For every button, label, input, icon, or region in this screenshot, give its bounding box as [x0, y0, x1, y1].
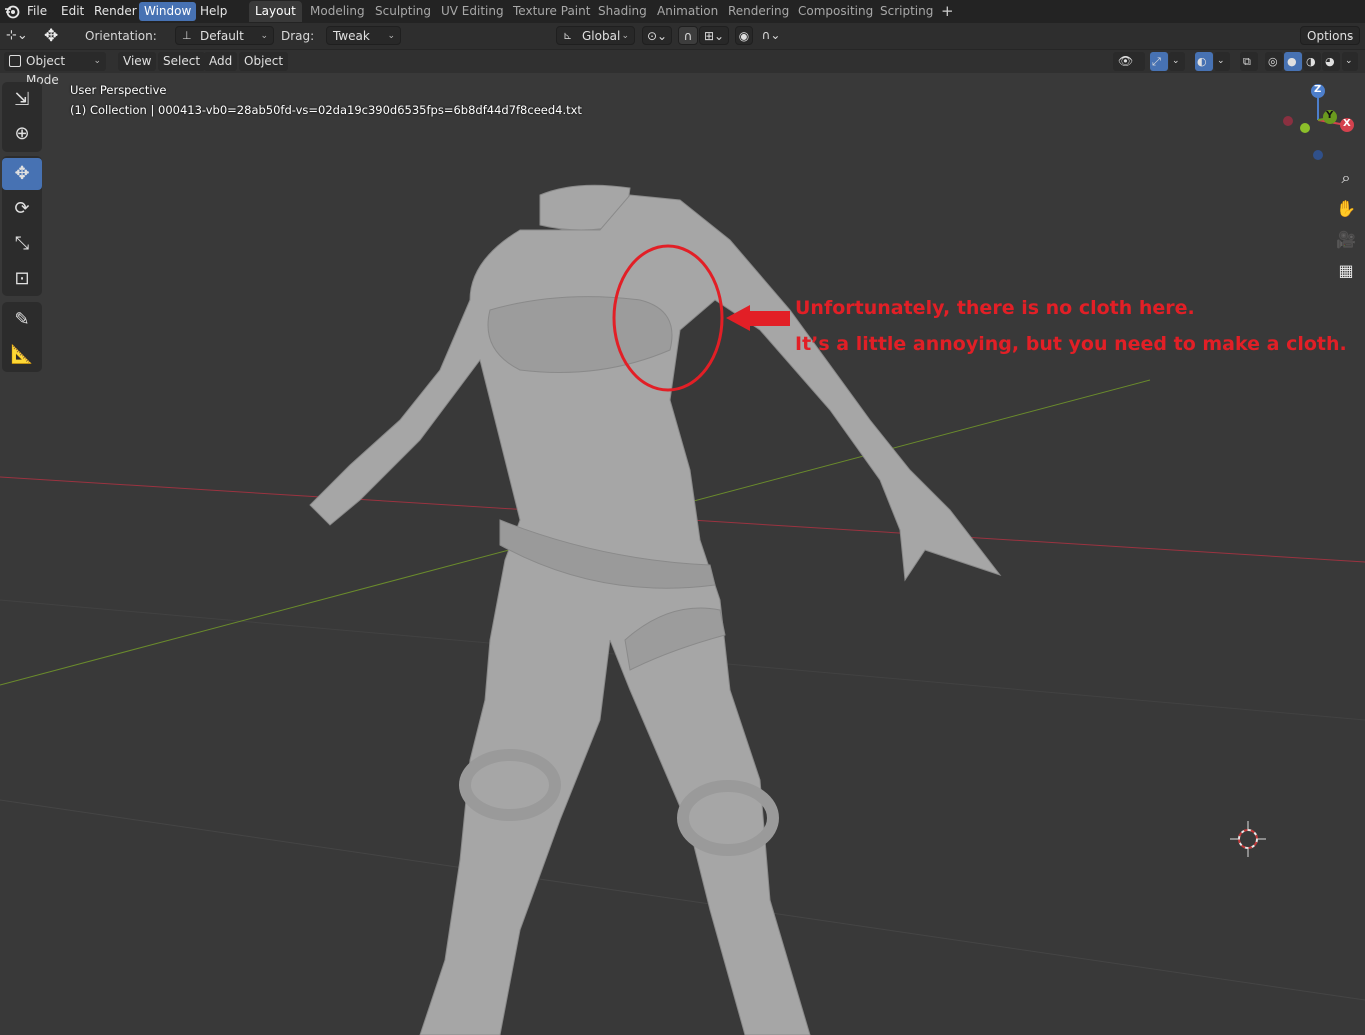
chevron-down-icon: ⌄ — [93, 56, 101, 66]
menu-edit[interactable]: Edit — [56, 2, 89, 21]
top-menu-bar: File Edit Render Window Help Layout Mode… — [0, 0, 1365, 23]
gizmo-y-label[interactable]: Y — [1326, 110, 1333, 121]
annotate-icon[interactable]: ✎ — [2, 304, 42, 336]
annotation-line-1: Unfortunately, there is no cloth here. — [795, 297, 1195, 319]
tool-mode-icon[interactable]: ⊹⌄ — [6, 28, 34, 44]
menu-view[interactable]: View — [118, 52, 157, 71]
transform-icon[interactable]: ⊡ — [2, 263, 42, 295]
material-sphere-icon: ◑ — [1306, 55, 1316, 68]
shading-rendered-button[interactable]: ◕ — [1322, 52, 1340, 71]
pan-hand-icon[interactable]: ✋ — [1333, 196, 1359, 222]
visibility-dropdown[interactable]: 👁 — [1113, 52, 1145, 71]
solid-sphere-icon: ● — [1287, 55, 1297, 68]
transform-orientation-dropdown[interactable]: ⊾ Global ⌄ — [556, 26, 635, 45]
perspective-label: User Perspective — [70, 83, 167, 97]
shading-dropdown[interactable]: ⌄ — [1342, 52, 1358, 71]
collection-info: (1) Collection | 000413-vb0=28ab50fd-vs=… — [70, 103, 582, 117]
viewport-header: Object Mode ⌄ View Select Add Object 👁 ⤢… — [0, 50, 1365, 87]
menu-window[interactable]: Window — [139, 2, 197, 21]
tool-settings-bar: ⊹⌄ ✥ Orientation: ⊥ Default ⌄ Drag: Twea… — [0, 23, 1365, 50]
move-icon[interactable]: ✥ — [2, 158, 42, 190]
overlay-icon: ◐ — [1197, 55, 1207, 68]
gizmo-neg-z-handle — [1313, 150, 1323, 160]
shading-material-button[interactable]: ◑ — [1303, 52, 1321, 71]
menu-file[interactable]: File — [22, 2, 52, 21]
overlay-toggle-button[interactable]: ◐ — [1195, 52, 1213, 71]
menu-render[interactable]: Render — [89, 2, 142, 21]
drag-value: Tweak — [333, 29, 370, 43]
orientation-icon: ⊥ — [182, 29, 192, 42]
rotate-icon[interactable]: ⟳ — [2, 193, 42, 225]
shading-wireframe-button[interactable]: ◎ — [1265, 52, 1283, 71]
orientation-dropdown[interactable]: ⊥ Default ⌄ — [175, 26, 274, 45]
global-axes-icon: ⊾ — [563, 29, 573, 42]
tab-texture-paint[interactable]: Texture Paint — [507, 1, 596, 22]
menu-select[interactable]: Select — [158, 52, 206, 71]
viewport-canvas[interactable] — [0, 73, 1365, 1035]
add-workspace-button[interactable]: + — [935, 1, 960, 22]
tab-rendering[interactable]: Rendering — [722, 1, 795, 22]
shading-solid-button[interactable]: ● — [1284, 52, 1302, 71]
snap-target-button[interactable]: ⊞⌄ — [699, 26, 729, 45]
overlay-dropdown[interactable]: ⌄ — [1214, 52, 1230, 71]
xray-toggle-button[interactable]: ⧉ — [1240, 52, 1258, 71]
tab-sculpting[interactable]: Sculpting — [369, 1, 437, 22]
tab-layout[interactable]: Layout — [249, 1, 302, 22]
cursor-icon[interactable]: ⊕ — [2, 118, 42, 150]
proportional-icon: ◉ — [738, 29, 750, 43]
gizmo-x-label[interactable]: X — [1343, 118, 1351, 129]
move-gizmo-icon[interactable]: ✥ — [44, 26, 66, 46]
measure-icon[interactable]: 📐 — [2, 339, 42, 371]
grid-ortho-icon[interactable]: ▦ — [1333, 258, 1359, 284]
magnet-icon: ∩ — [683, 29, 693, 43]
drag-dropdown[interactable]: Tweak ⌄ — [326, 26, 401, 45]
camera-icon[interactable]: 🎥 — [1333, 227, 1359, 253]
menu-add[interactable]: Add — [204, 52, 238, 71]
tab-modeling[interactable]: Modeling — [304, 1, 371, 22]
scale-icon[interactable]: ⤡ — [2, 228, 42, 260]
pivot-icon: ⊙⌄ — [646, 29, 668, 43]
options-dropdown[interactable]: Options ⌄ — [1300, 26, 1360, 45]
mode-dropdown[interactable]: Object Mode ⌄ — [4, 52, 106, 87]
snap-increment-icon: ⊞⌄ — [703, 29, 725, 43]
gizmo-dropdown[interactable]: ⌄ — [1169, 52, 1185, 71]
wireframe-sphere-icon: ◎ — [1268, 55, 1278, 68]
gizmo-neg-x-handle — [1283, 116, 1293, 126]
transform-orientation-value: Global — [582, 29, 621, 43]
gizmo-z-label[interactable]: Z — [1314, 84, 1321, 95]
tab-shading[interactable]: Shading — [592, 1, 653, 22]
xray-icon: ⧉ — [1243, 55, 1251, 68]
tab-uv-editing[interactable]: UV Editing — [435, 1, 510, 22]
tab-compositing[interactable]: Compositing — [792, 1, 879, 22]
pivot-point-button[interactable]: ⊙⌄ — [642, 26, 672, 45]
select-box-icon[interactable]: ⇲ — [2, 84, 42, 116]
orientation-label: Orientation: — [85, 29, 157, 43]
falloff-curve-icon: ∩⌄ — [761, 28, 781, 42]
object-mode-icon — [9, 55, 21, 67]
menu-object[interactable]: Object — [239, 52, 289, 71]
snap-toggle-button[interactable]: ∩ — [678, 26, 698, 45]
chevron-down-icon: ⌄ — [260, 31, 268, 41]
eye-icon: 👁 — [1118, 54, 1134, 68]
zoom-icon[interactable]: ⌕ — [1333, 165, 1359, 191]
annotation-line-2: It’s a little annoying, but you need to … — [795, 333, 1347, 355]
tab-scripting[interactable]: Scripting — [874, 1, 939, 22]
orientation-value: Default — [200, 29, 244, 43]
rendered-sphere-icon: ◕ — [1325, 55, 1335, 68]
drag-label: Drag: — [281, 29, 315, 43]
gizmo-neg-y-handle — [1300, 123, 1310, 133]
falloff-button[interactable]: ∩⌄ — [756, 26, 786, 45]
chevron-down-icon: ⌄ — [387, 31, 395, 41]
tab-animation[interactable]: Animation — [651, 1, 724, 22]
menu-help[interactable]: Help — [195, 2, 232, 21]
gizmo-toggle-button[interactable]: ⤢ — [1150, 52, 1168, 71]
proportional-edit-button[interactable]: ◉ — [735, 26, 753, 45]
chevron-down-icon: ⌄ — [621, 31, 629, 41]
gizmo-icon: ⤢ — [1152, 55, 1161, 68]
chevron-down-icon: ⌄ — [1346, 31, 1354, 41]
3d-cursor-icon — [1230, 821, 1266, 857]
blender-logo-icon[interactable] — [4, 3, 20, 19]
